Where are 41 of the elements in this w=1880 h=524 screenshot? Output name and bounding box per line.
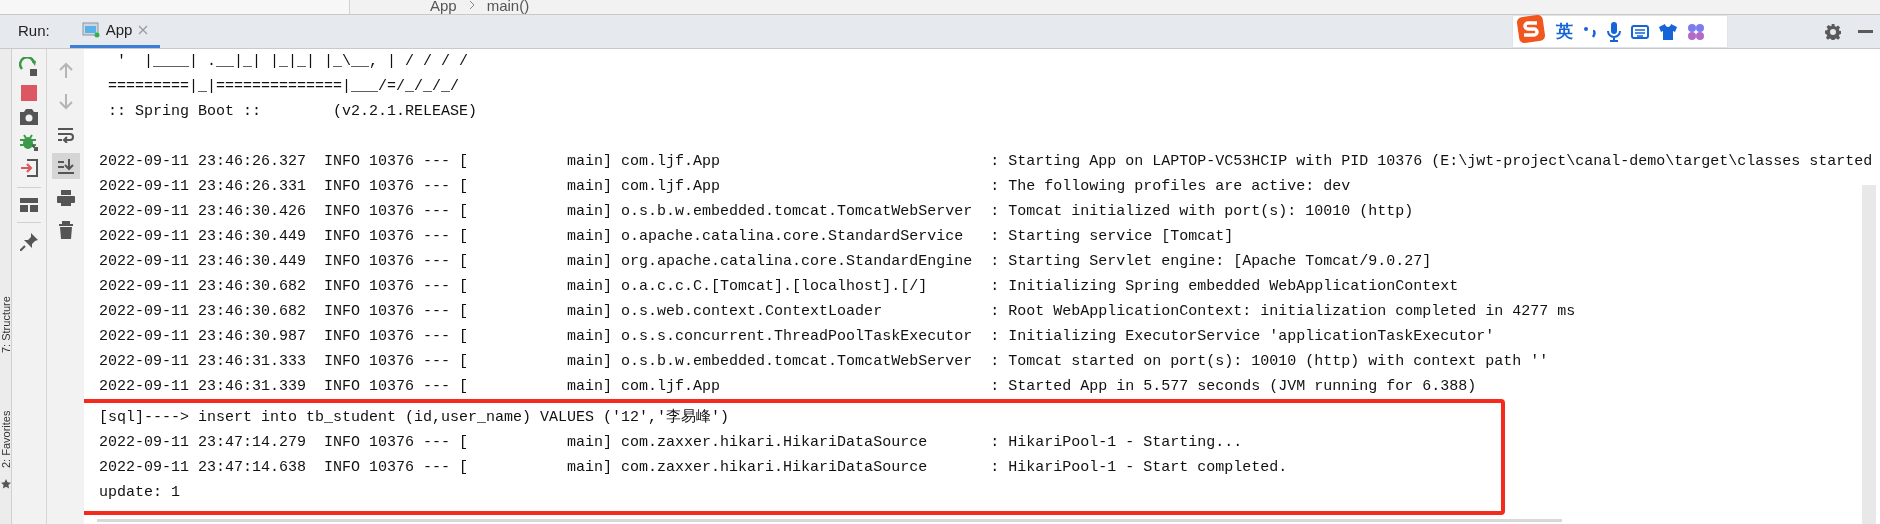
settings-icon[interactable] — [1825, 23, 1841, 40]
console-line: 2022-09-11 23:46:31.333 INFO 10376 --- [ main] o.s.b.w.embedded.tomcat.TomcatWebServer : Tomcat started on port(s): 10010 (http) with context path '' — [98, 352, 1550, 372]
console-line: :: Spring Boot :: (v2.2.1.RELEASE) — [107, 102, 479, 122]
console-line: 2022-09-11 23:46:31.339 INFO 10376 --- [ main] com.ljf.App : Started App in 5.577 seconds (JVM running for 6.388) — [98, 377, 1478, 397]
console-line: 2022-09-11 23:46:30.449 INFO 10376 --- [ main] o.apache.catalina.core.StandardService : Starting service [Tomcat] — [98, 227, 1235, 247]
input-method-logo-icon[interactable] — [1516, 13, 1546, 44]
console-line: 2022-09-11 23:46:26.331 INFO 10376 --- [ main] com.ljf.App : The following profiles are active: dev — [98, 177, 1352, 197]
console-line: =========|_|==============|___/=/_/_/_/ — [107, 77, 461, 97]
console-line: 2022-09-11 23:47:14.279 INFO 10376 --- [ main] com.zaxxer.hikari.HikariDataSource : HikariPool-1 - Starting... — [99, 433, 1244, 453]
keyboard-icon[interactable] — [1631, 24, 1649, 39]
breadcrumb-item[interactable]: main() — [486, 0, 530, 12]
tool-window-tab[interactable]: 2: Favorites — [0, 392, 12, 468]
console-line: 2022-09-11 23:46:30.987 INFO 10376 --- [ main] o.s.s.concurrent.ThreadPoolTaskExecutor : Initializing ExecutorService 'applicationTaskExecutor' — [98, 327, 1496, 347]
console-line: [sql]----> insert into tb_student (id,user_name) VALUES ('12','李易峰') — [99, 407, 731, 428]
star-icon — [1, 479, 11, 489]
console-line: 2022-09-11 23:46:30.682 INFO 10376 --- [ main] o.s.web.context.ContextLoader : Root WebApplicationContext: initialization completed in 4277 ms — [98, 302, 1577, 322]
console-line: 2022-09-11 23:46:30.682 INFO 10376 --- [ main] o.a.c.c.C.[Tomcat].[localhost].[/] : Initializing Spring embedded WebApplicationContext — [98, 277, 1460, 297]
rerun-icon[interactable] — [19, 57, 39, 77]
console-line: ' |____| .__|_| |_|_| |_\__, | / / / / — [116, 52, 470, 72]
scroll-to-end-icon[interactable] — [51, 153, 80, 179]
camera-icon[interactable] — [20, 109, 38, 125]
layout-icon[interactable] — [20, 198, 38, 212]
run-label: Run: — [18, 21, 50, 42]
punctuation-icon[interactable] — [1583, 24, 1597, 39]
horizontal-scrollbar[interactable] — [97, 519, 1562, 522]
console-line: 2022-09-11 23:46:26.327 INFO 10376 --- [ main] com.ljf.App : Starting App on LAPTOP-VC53HCIP with PID 10376 (E:\jwt-project\canal-demo\target\classes started — [98, 152, 1874, 172]
console-icon — [81, 22, 100, 38]
input-language-toggle[interactable]: 英 — [1556, 23, 1573, 40]
tool-window-tab[interactable]: 7: Structure — [0, 277, 12, 353]
exit-icon[interactable] — [20, 159, 38, 177]
console-line: update: 1 — [99, 483, 181, 503]
pin-icon[interactable] — [20, 233, 38, 251]
console-line: 2022-09-11 23:46:30.449 INFO 10376 --- [ main] org.apache.catalina.core.StandardEngine : Starting Servlet engine: [Apache Tomcat/9.0.27] — [98, 252, 1433, 272]
breadcrumb-item[interactable]: App — [430, 0, 457, 12]
bug-icon[interactable] — [20, 133, 38, 151]
microphone-icon[interactable] — [1607, 21, 1621, 42]
four-leaf-icon[interactable] — [1687, 22, 1705, 41]
shirt-icon[interactable] — [1659, 23, 1677, 40]
console-line: 2022-09-11 23:46:30.426 INFO 10376 --- [ main] o.s.b.w.embedded.tomcat.TomcatWebServer : Tomcat initialized with port(s): 10010 (http) — [98, 202, 1415, 222]
console-line: 2022-09-11 23:47:14.638 INFO 10376 --- [ main] com.zaxxer.hikari.HikariDataSource : HikariPool-1 - Start completed. — [99, 458, 1289, 478]
chevron-icon — [468, 0, 475, 10]
